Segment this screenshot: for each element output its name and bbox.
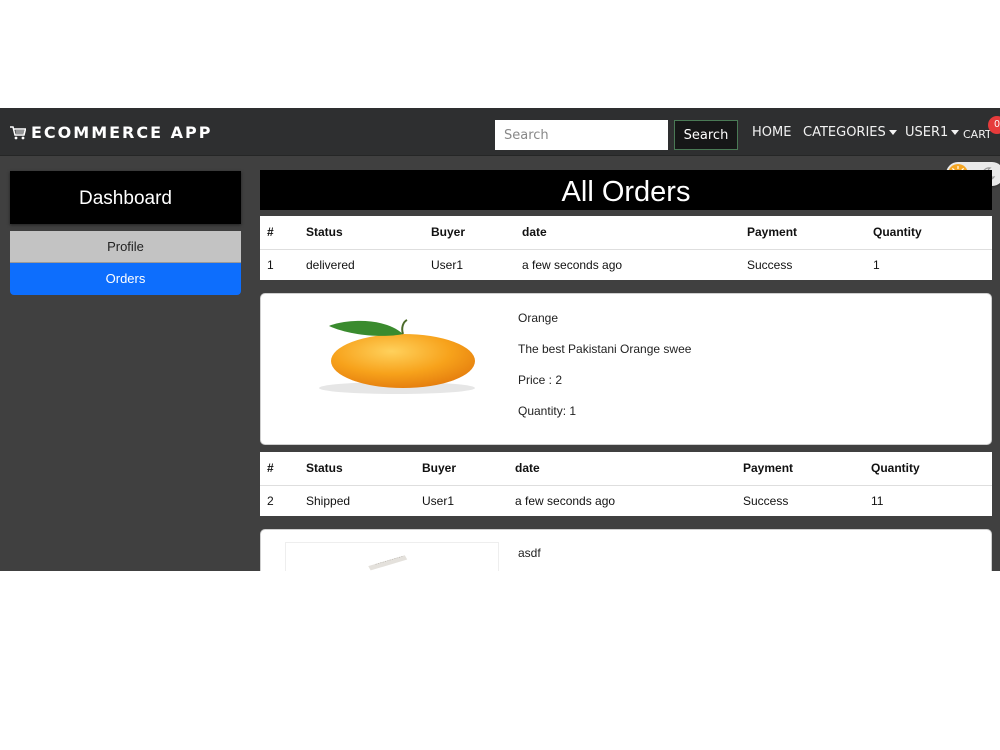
page-title: All Orders: [260, 170, 992, 210]
column-header-number: #: [260, 216, 299, 250]
nav-home-link[interactable]: HOME: [752, 125, 791, 140]
table-row: 1 delivered User1 a few seconds ago Succ…: [260, 249, 992, 280]
product-image-orange: [319, 319, 475, 394]
caret-down-icon: [888, 130, 897, 135]
product-card: Orange The best Pakistani Orange swee Pr…: [260, 293, 992, 445]
sidebar-item-profile[interactable]: Profile: [10, 231, 241, 263]
order-buyer: User1: [431, 257, 464, 272]
caret-down-icon: [951, 130, 960, 135]
nav-user-dropdown[interactable]: USER1: [905, 125, 960, 140]
order-number: 2: [267, 493, 274, 508]
search-button[interactable]: Search: [674, 120, 738, 150]
product-name: Orange: [518, 311, 559, 325]
order-table: # Status Buyer date Payment Quantity 1 d…: [260, 216, 992, 280]
navbar: ECOMMERCE APP Search HOME CATEGORIES USE…: [0, 108, 1000, 156]
order-quantity: 1: [873, 257, 880, 272]
nav-categories-label: CATEGORIES: [803, 125, 886, 140]
order-number: 1: [267, 257, 274, 272]
product-price: Price : 2: [518, 373, 563, 387]
app-window: ECOMMERCE APP Search HOME CATEGORIES USE…: [0, 108, 1000, 571]
brand-link[interactable]: ECOMMERCE APP: [10, 123, 212, 142]
brand-name: ECOMMERCE APP: [31, 123, 213, 142]
product-card: asdf: [260, 529, 992, 571]
column-header-number: #: [260, 452, 299, 486]
nav-user-label: USER1: [905, 125, 949, 140]
column-header-quantity: Quantity: [866, 216, 992, 250]
order-buyer: User1: [422, 493, 455, 508]
column-header-quantity: Quantity: [864, 452, 992, 486]
column-header-payment: Payment: [740, 216, 866, 250]
column-header-date: date: [515, 216, 740, 250]
nav-cart-link[interactable]: CART: [963, 128, 992, 141]
order-status: delivered: [306, 257, 355, 272]
product-image: [285, 542, 499, 571]
cart-count-badge: 0: [988, 116, 1000, 134]
product-description: The best Pakistani Orange swee: [518, 342, 692, 356]
order-payment: Success: [747, 257, 793, 272]
product-name: asdf: [518, 546, 541, 560]
order-status: Shipped: [306, 493, 351, 508]
sidebar-item-orders[interactable]: Orders: [10, 263, 241, 295]
search-input[interactable]: [495, 120, 668, 150]
column-header-payment: Payment: [736, 452, 864, 486]
product-quantity: Quantity: 1: [518, 404, 577, 418]
column-header-date: date: [508, 452, 736, 486]
column-header-status: Status: [299, 216, 424, 250]
cart-icon: [10, 125, 26, 139]
order-date: a few seconds ago: [522, 257, 623, 272]
dashboard-title: Dashboard: [10, 171, 241, 224]
table-header-row: # Status Buyer date Payment Quantity: [260, 216, 992, 250]
dashboard-sidebar: Dashboard Profile Orders: [10, 171, 241, 295]
table-header-row: # Status Buyer date Payment Quantity: [260, 452, 992, 486]
column-header-buyer: Buyer: [424, 216, 515, 250]
order-payment: Success: [743, 493, 789, 508]
order-date: a few seconds ago: [515, 493, 616, 508]
column-header-status: Status: [299, 452, 415, 486]
column-header-buyer: Buyer: [415, 452, 508, 486]
nav-categories-dropdown[interactable]: CATEGORIES: [803, 125, 897, 140]
table-row: 2 Shipped User1 a few seconds ago Succes…: [260, 485, 992, 516]
order-table: # Status Buyer date Payment Quantity 2 S…: [260, 452, 992, 516]
order-quantity: 11: [871, 493, 884, 508]
